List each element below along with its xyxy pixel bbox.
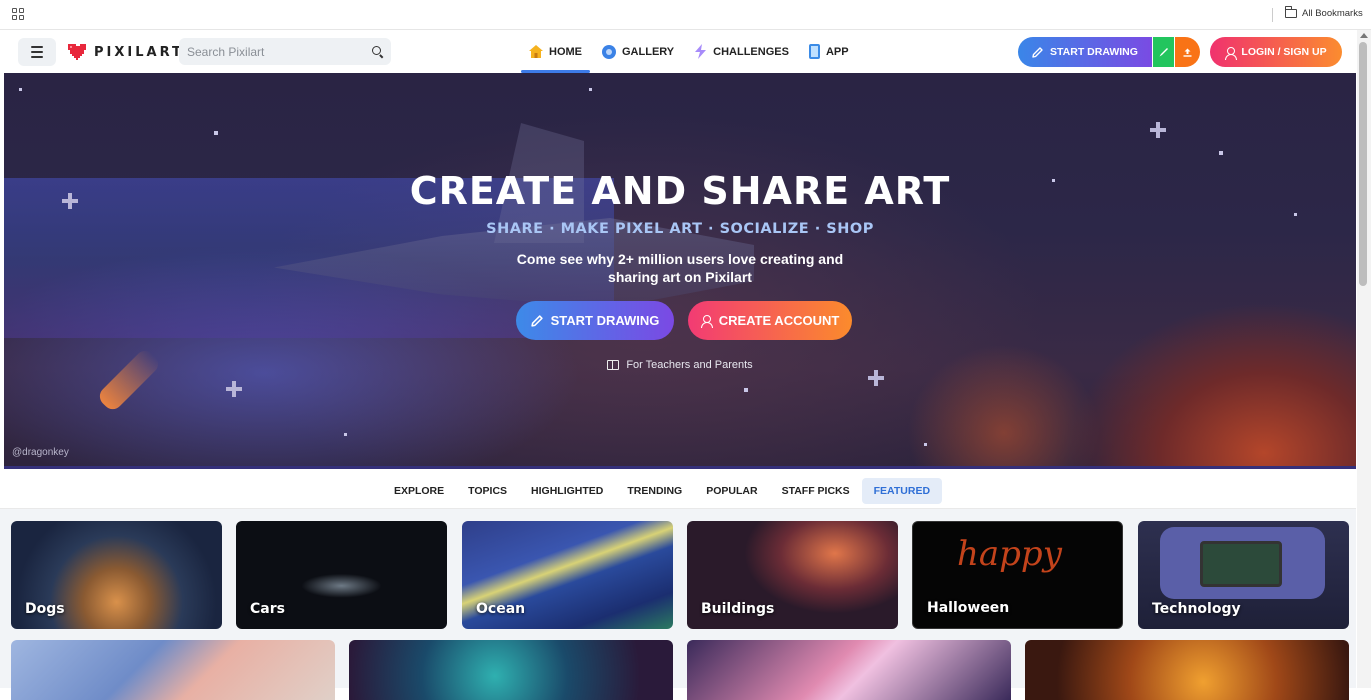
topic-card-halloween[interactable]: happy Halloween [912, 521, 1123, 629]
artist-credit[interactable]: @dragonkey [12, 447, 69, 458]
topic-label: Ocean [476, 601, 526, 617]
star-decoration [226, 381, 242, 397]
tab-featured[interactable]: FEATURED [861, 478, 943, 504]
game-console-screen-art [1200, 541, 1282, 587]
pencil-icon [530, 314, 543, 327]
content-tabs-inner: EXPLORE TOPICS HIGHLIGHTED TRENDING POPU… [382, 478, 943, 504]
user-icon [1225, 46, 1238, 60]
star-decoration [1219, 151, 1223, 155]
star-decoration [1294, 213, 1297, 216]
header-start-drawing-label: START DRAWING [1050, 46, 1138, 58]
tab-highlighted[interactable]: HIGHLIGHTED [519, 478, 615, 504]
tab-staff-picks[interactable]: STAFF PICKS [770, 478, 862, 504]
menu-icon-bar [31, 51, 43, 53]
nav-app-label: APP [825, 45, 849, 58]
heart-logo-icon [68, 44, 86, 60]
nav-gallery[interactable]: GALLERY [592, 30, 684, 73]
star-decoration [589, 88, 592, 91]
tab-popular[interactable]: POPULAR [694, 478, 769, 504]
star-decoration [19, 88, 22, 91]
login-signup-button[interactable]: LOGIN / SIGN UP [1210, 37, 1342, 67]
hero-title: CREATE AND SHARE ART [409, 169, 951, 213]
hero-description: Come see why 2+ million users love creat… [516, 251, 844, 285]
home-icon [529, 45, 543, 58]
search-icon[interactable] [372, 46, 381, 55]
book-icon [607, 360, 620, 370]
lightning-icon [695, 44, 707, 59]
search-input[interactable] [187, 42, 357, 61]
tab-explore[interactable]: EXPLORE [382, 478, 456, 504]
all-bookmarks-button[interactable]: All Bookmarks [1285, 6, 1363, 19]
menu-icon-bar [31, 46, 43, 48]
bookmarks-separator [1272, 8, 1273, 22]
topic-card-ocean[interactable]: Ocean [462, 521, 673, 629]
hero-start-drawing-button[interactable]: START DRAWING [516, 301, 674, 340]
featured-artwork-card[interactable] [349, 640, 673, 700]
phone-icon [808, 44, 820, 59]
pencil-icon [1032, 46, 1043, 58]
main-nav: HOME GALLERY CHALLENGES APP [519, 30, 859, 73]
topic-label: Buildings [701, 601, 775, 617]
brush-icon [1159, 47, 1168, 56]
upload-button[interactable] [1175, 37, 1200, 67]
hero-banner: CREATE AND SHARE ART SHARE · MAKE PIXEL … [4, 73, 1356, 469]
topic-label: Halloween [927, 600, 1010, 616]
header-start-drawing-button[interactable]: START DRAWING [1018, 37, 1152, 67]
featured-artwork-card[interactable] [11, 640, 335, 700]
teachers-parents-link[interactable]: For Teachers and Parents [4, 359, 1356, 371]
topic-label: Dogs [25, 601, 65, 617]
user-icon [700, 315, 713, 328]
menu-icon-bar [31, 56, 43, 58]
content-tabs: EXPLORE TOPICS HIGHLIGHTED TRENDING POPU… [0, 478, 1356, 504]
nav-app[interactable]: APP [799, 30, 859, 73]
star-decoration [344, 433, 347, 436]
search-box [179, 38, 391, 65]
star-decoration [214, 131, 218, 135]
scroll-up-arrow-icon[interactable] [1360, 33, 1368, 38]
upload-icon [1183, 48, 1192, 57]
nav-gallery-label: GALLERY [622, 45, 675, 58]
logo-text: PIXILART [94, 44, 184, 60]
all-bookmarks-label: All Bookmarks [1302, 8, 1363, 19]
nav-home-label: HOME [549, 45, 582, 58]
nav-challenges-label: CHALLENGES [713, 45, 789, 58]
scroll-thumb[interactable] [1359, 42, 1367, 286]
quick-draw-button[interactable] [1153, 37, 1174, 67]
nav-home[interactable]: HOME [519, 30, 592, 73]
topic-card-dogs[interactable]: Dogs [11, 521, 222, 629]
pixilart-logo[interactable]: PIXILART [66, 42, 184, 62]
hero-subtitle: SHARE · MAKE PIXEL ART · SOCIALIZE · SHO… [486, 221, 874, 237]
tab-topics[interactable]: TOPICS [456, 478, 519, 504]
star-decoration [744, 388, 748, 392]
create-account-label: CREATE ACCOUNT [718, 313, 840, 328]
featured-artwork-card[interactable] [687, 640, 1011, 700]
topic-card-buildings[interactable]: Buildings [687, 521, 898, 629]
login-signup-label: LOGIN / SIGN UP [1241, 46, 1327, 58]
halloween-art-text: happy [957, 534, 1062, 574]
nav-challenges[interactable]: CHALLENGES [684, 30, 799, 73]
create-account-button[interactable]: CREATE ACCOUNT [688, 301, 852, 340]
star-decoration [1150, 122, 1166, 138]
topic-card-cars[interactable]: Cars [236, 521, 447, 629]
topic-card-technology[interactable]: Technology [1138, 521, 1349, 629]
topic-label: Cars [250, 601, 285, 617]
teachers-parents-label: For Teachers and Parents [626, 359, 753, 371]
gallery-icon [602, 44, 616, 59]
hero-start-drawing-label: START DRAWING [550, 313, 660, 328]
apps-grid-icon[interactable] [12, 8, 24, 20]
star-decoration [868, 370, 884, 386]
browser-bookmarks-bar: All Bookmarks [0, 0, 1371, 30]
hamburger-menu-button[interactable] [18, 38, 56, 66]
featured-artwork-card[interactable] [1025, 640, 1349, 700]
hero-background-art [95, 346, 163, 414]
site-header: PIXILART HOME GALLERY CHALLENGES APP STA… [4, 30, 1356, 73]
page-scrollbar[interactable] [1357, 30, 1371, 688]
folder-icon [1285, 6, 1297, 18]
tab-trending[interactable]: TRENDING [615, 478, 694, 504]
star-decoration [924, 443, 927, 446]
topic-label: Technology [1152, 601, 1241, 617]
topics-grid: Dogs Cars Ocean Buildings happy Hallowee… [0, 509, 1356, 700]
